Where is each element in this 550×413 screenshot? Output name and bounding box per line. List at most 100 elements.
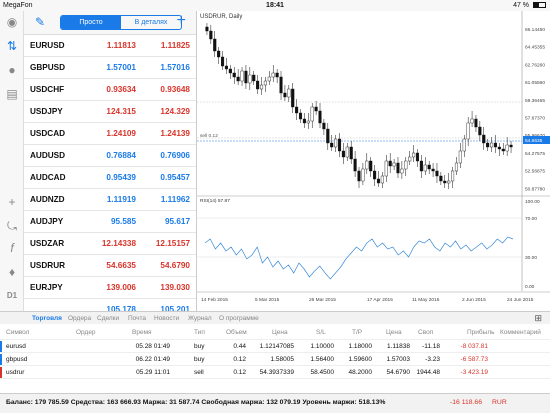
bear-candle: [232, 72, 236, 78]
bear-candle: [318, 110, 322, 124]
tab-journal[interactable]: Журнал: [188, 315, 212, 322]
new-document-icon[interactable]: ▤: [5, 87, 19, 101]
quote-row[interactable]: AUDUSD 0.76884 0.76906: [24, 145, 196, 167]
quote-ask[interactable]: 0.93648: [144, 79, 190, 101]
quote-bid[interactable]: 95.585: [90, 211, 136, 233]
account-currency: RUR: [492, 399, 507, 406]
quote-row[interactable]: EURUSD 1.11813 1.11825: [24, 35, 196, 57]
tab-mail[interactable]: Почта: [128, 315, 146, 322]
timeframe-d1-button[interactable]: D1: [5, 289, 19, 303]
col-order[interactable]: Ордер: [76, 329, 96, 336]
quote-bid[interactable]: 1.24109: [90, 123, 136, 145]
crosshair-icon[interactable]: +: [5, 195, 19, 209]
bear-candle: [509, 144, 513, 148]
quote-symbol: USDRUR: [30, 261, 66, 270]
price-chart[interactable]: USDRUR, Daily 66.14450 64.45355 62.76260 61.…: [197, 11, 550, 311]
bull-candle: [263, 80, 267, 86]
edit-icon[interactable]: ✎: [35, 15, 45, 29]
quote-ask[interactable]: 124.329: [144, 101, 190, 123]
bull-candle: [447, 180, 451, 184]
quote-bid[interactable]: 0.95439: [90, 167, 136, 189]
segment-simple[interactable]: Просто: [61, 16, 121, 29]
bear-candle: [478, 126, 482, 136]
segment-detailed[interactable]: В деталях: [121, 16, 181, 29]
quote-ask[interactable]: 54.6790: [144, 255, 190, 277]
date-tick-label: 11 May 2015: [412, 297, 440, 303]
col-profit[interactable]: Прибыль: [467, 329, 495, 336]
tab-about[interactable]: О программе: [219, 315, 259, 322]
quote-row[interactable]: AUDNZD 1.11919 1.11962: [24, 189, 196, 211]
cell-volume: 0.12: [233, 356, 246, 363]
col-sl[interactable]: S/L: [316, 329, 326, 336]
table-row[interactable]: gbpusd 06.22 01:49 buy 0.12 1.58005 1.56400 1.…: [0, 353, 550, 366]
trade-icon[interactable]: ⇅: [5, 39, 19, 53]
quote-ask[interactable]: 105.201: [144, 299, 190, 311]
quote-row[interactable]: USDZAR 12.14338 12.15157: [24, 233, 196, 255]
col-price[interactable]: Цена: [272, 329, 288, 336]
tab-deals[interactable]: Сделки: [97, 315, 119, 322]
quote-ask[interactable]: 1.57016: [144, 57, 190, 79]
tab-news[interactable]: Новости: [154, 315, 179, 322]
quote-row[interactable]: USDCAD 1.24109 1.24139: [24, 123, 196, 145]
quote-bid[interactable]: 1.11813: [90, 35, 136, 57]
col-current-price[interactable]: Цена: [386, 329, 402, 336]
table-row[interactable]: usdrur 05.29 11:01 sell 0.12 54.3937339 58.45…: [0, 366, 550, 379]
quote-bid[interactable]: 139.006: [90, 277, 136, 299]
quote-bid[interactable]: 1.11919: [90, 189, 136, 211]
quote-row[interactable]: AUDJPY 95.585 95.617: [24, 211, 196, 233]
date-tick-label: 14 Feb 2015: [201, 297, 228, 303]
col-swap[interactable]: Своп: [418, 329, 433, 336]
rsi-tick-label: 0.00: [525, 284, 535, 290]
quote-row[interactable]: USDCHF 0.93634 0.93648: [24, 79, 196, 101]
quote-ask[interactable]: 0.76906: [144, 145, 190, 167]
chart-area[interactable]: USDRUR, Daily 66.14450 64.45355 62.76260 61.…: [197, 11, 550, 311]
tab-orders[interactable]: Ордера: [68, 315, 91, 322]
col-symbol[interactable]: Символ: [6, 329, 29, 336]
quote-ask[interactable]: 1.24139: [144, 123, 190, 145]
templates-icon[interactable]: ♦: [5, 265, 19, 279]
bear-candle: [330, 142, 334, 148]
bear-candle: [419, 160, 423, 172]
cell-volume: 0.12: [233, 369, 246, 376]
indicators-icon[interactable]: f: [5, 241, 19, 255]
quote-ask[interactable]: 0.95457: [144, 167, 190, 189]
quote-symbol: AUDUSD: [30, 151, 66, 160]
quote-row[interactable]: 105.178 105.201: [24, 299, 196, 311]
bull-candle: [384, 160, 388, 177]
col-tp[interactable]: T/P: [352, 329, 362, 336]
quote-ask[interactable]: 12.15157: [144, 233, 190, 255]
quote-ask[interactable]: 139.030: [144, 277, 190, 299]
quote-row[interactable]: AUDCAD 0.95439 0.95457: [24, 167, 196, 189]
col-comment[interactable]: Комментарий: [500, 329, 541, 336]
current-price-label: 54.6635: [525, 138, 543, 144]
tab-trade[interactable]: Торговля: [29, 315, 65, 326]
quote-symbol: USDZAR: [30, 239, 65, 248]
quote-row[interactable]: USDRUR 54.6635 54.6790: [24, 255, 196, 277]
quote-row[interactable]: USDJPY 124.315 124.329: [24, 101, 196, 123]
toolbox-settings-icon[interactable]: ⊞: [534, 313, 542, 324]
add-symbol-icon[interactable]: +: [177, 12, 186, 30]
price-tick-label: 64.45355: [525, 45, 545, 51]
bear-candle: [486, 142, 490, 148]
quote-ask[interactable]: 95.617: [144, 211, 190, 233]
quote-bid[interactable]: 124.315: [90, 101, 136, 123]
quote-symbol: AUDJPY: [30, 217, 64, 226]
quote-bid[interactable]: 1.57001: [90, 57, 136, 79]
quote-bid[interactable]: 12.14338: [90, 233, 136, 255]
quote-ask[interactable]: 1.11962: [144, 189, 190, 211]
objects-icon[interactable]: ⤿: [5, 219, 19, 233]
col-type[interactable]: Тип: [194, 329, 205, 336]
quote-bid[interactable]: 54.6635: [90, 255, 136, 277]
table-row[interactable]: eurusd 05.28 01:49 buy 0.44 1.12147085 1.1000…: [0, 340, 550, 353]
col-time[interactable]: Время: [132, 329, 152, 336]
quote-row[interactable]: EURJPY 139.006 139.030: [24, 277, 196, 299]
quote-row[interactable]: GBPUSD 1.57001 1.57016: [24, 57, 196, 79]
apple-icon[interactable]: ◉: [5, 15, 19, 29]
quote-bid[interactable]: 0.76884: [90, 145, 136, 167]
col-volume[interactable]: Объем: [226, 329, 247, 336]
quote-bid[interactable]: 105.178: [90, 299, 136, 311]
quote-bid[interactable]: 0.93634: [90, 79, 136, 101]
bear-candle: [217, 50, 221, 58]
chat-icon[interactable]: ●: [5, 63, 19, 77]
quote-ask[interactable]: 1.11825: [144, 35, 190, 57]
